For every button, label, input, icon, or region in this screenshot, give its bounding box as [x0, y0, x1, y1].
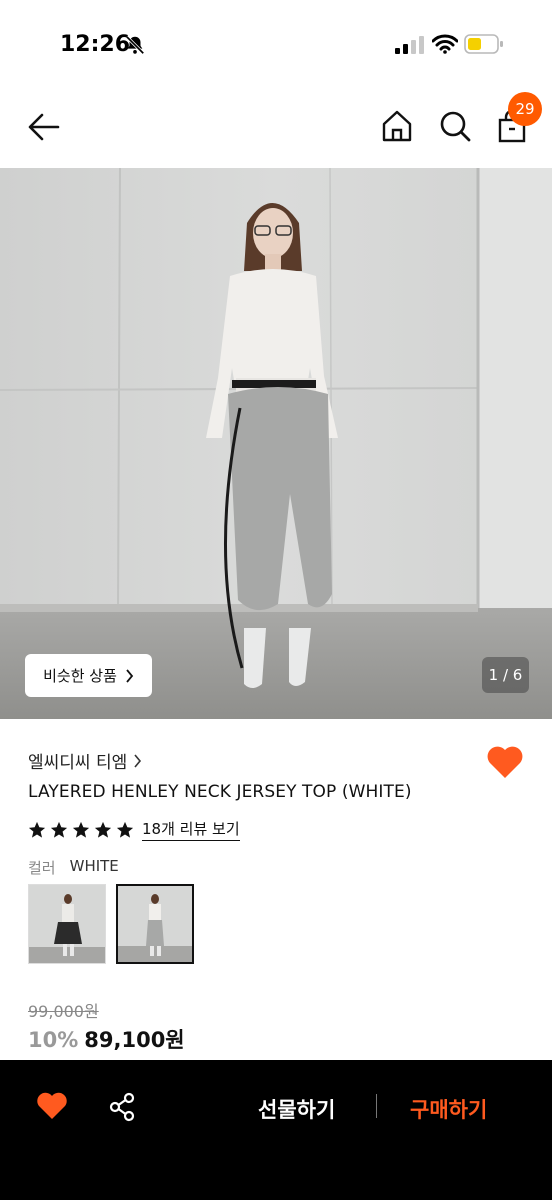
heart-icon[interactable]	[486, 744, 524, 780]
heart-icon[interactable]	[36, 1091, 68, 1121]
home-icon[interactable]	[380, 108, 414, 144]
brand-name: 엘씨디씨 티엠	[28, 753, 128, 773]
color-label: 컬러	[28, 859, 56, 877]
chevron-right-icon	[134, 753, 142, 768]
thumbnail-image	[29, 885, 105, 963]
similar-products-button[interactable]: 비슷한 상품	[25, 654, 152, 697]
chevron-right-icon	[126, 668, 134, 683]
top-navigation: 29	[0, 90, 552, 168]
status-bar: 12:26	[0, 0, 552, 90]
cellular-signal-icon	[395, 36, 424, 54]
buy-button[interactable]: 구매하기	[410, 1094, 487, 1124]
star-icon	[72, 821, 90, 838]
product-image-carousel[interactable]: 비슷한 상품 1 / 6	[0, 168, 552, 719]
discount-rate: 10%	[28, 1028, 79, 1052]
wifi-icon	[432, 34, 458, 54]
star-icon	[94, 821, 112, 838]
action-divider	[376, 1094, 377, 1118]
gift-button[interactable]: 선물하기	[258, 1094, 335, 1124]
bottom-action-bar: 선물하기 구매하기	[0, 1060, 552, 1200]
review-link[interactable]: 18개 리뷰 보기	[142, 818, 240, 841]
search-icon[interactable]	[438, 108, 472, 144]
star-icon	[50, 821, 68, 838]
status-time: 12:26	[60, 32, 131, 57]
product-photo	[0, 168, 552, 719]
thumbnail-image	[118, 886, 192, 962]
color-value: WHITE	[69, 857, 119, 875]
share-icon[interactable]	[108, 1092, 136, 1122]
rating-row: 18개 리뷰 보기	[28, 818, 240, 841]
color-option-row: 컬러 WHITE	[28, 857, 119, 878]
original-price: 99,000원	[28, 1002, 99, 1021]
star-icon	[116, 821, 134, 838]
cart-count-badge: 29	[508, 92, 542, 126]
color-thumbnail-black[interactable]	[28, 884, 106, 964]
price-row: 10% 89,100원	[28, 1024, 185, 1054]
battery-icon	[464, 34, 503, 54]
product-title: LAYERED HENLEY NECK JERSEY TOP (WHITE)	[28, 782, 412, 802]
image-counter: 1 / 6	[482, 657, 529, 693]
back-arrow-icon[interactable]	[26, 110, 62, 144]
similar-products-label: 비슷한 상품	[43, 667, 117, 685]
sale-price: 89,100원	[84, 1028, 185, 1052]
color-thumbnail-white[interactable]	[116, 884, 194, 964]
bell-slash-icon	[125, 35, 145, 55]
brand-link[interactable]: 엘씨디씨 티엠	[28, 748, 142, 773]
star-icon	[28, 821, 46, 838]
